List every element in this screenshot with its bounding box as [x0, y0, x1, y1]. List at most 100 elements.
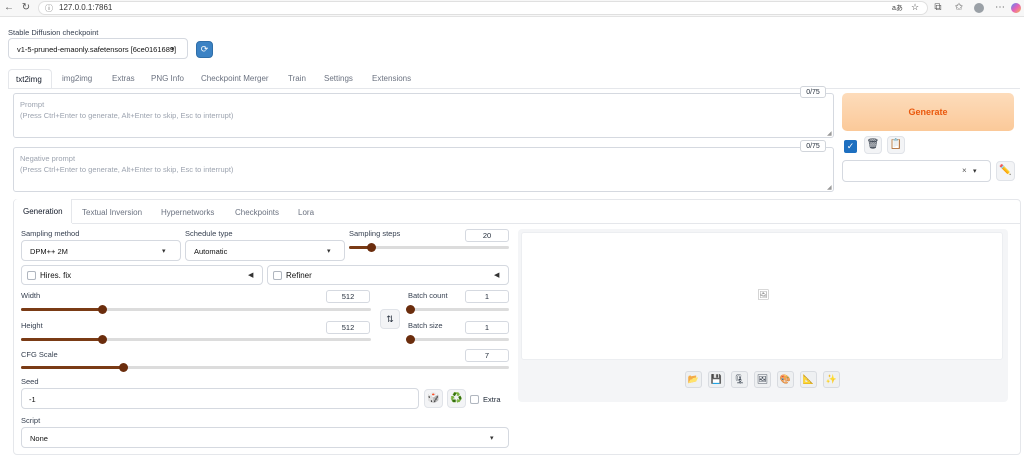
recycle-icon: ♻️ — [450, 393, 463, 404]
checkpoint-dropdown[interactable]: v1-5-pruned-emaonly.safetensors [6ce0161… — [8, 38, 188, 59]
cfg-scale-fill — [21, 366, 123, 369]
refiner-checkbox[interactable] — [273, 271, 282, 280]
favorites-icon[interactable]: ✩ — [953, 2, 965, 14]
url-text: 127.0.0.1:7861 — [59, 3, 113, 12]
cfg-scale-input[interactable]: 7 — [465, 349, 509, 362]
tab-checkpoint-merger[interactable]: Checkpoint Merger — [201, 74, 269, 83]
cfg-scale-thumb[interactable] — [119, 363, 128, 372]
address-bar[interactable]: ⓘ 127.0.0.1:7861 aあ ☆ — [38, 1, 928, 15]
collapse-triangle-icon[interactable]: ◀ — [248, 271, 253, 279]
extensions-icon[interactable]: ⧉ — [932, 2, 944, 14]
floppy-icon: 💾 — [710, 374, 723, 384]
width-slider[interactable] — [21, 305, 371, 314]
tab-textual-inversion[interactable]: Textual Inversion — [82, 208, 142, 217]
tab-settings[interactable]: Settings — [324, 74, 353, 83]
checkmark-icon: ✓ — [846, 141, 855, 151]
width-input[interactable]: 512 — [326, 290, 370, 303]
copilot-icon[interactable] — [1011, 3, 1021, 13]
open-folder-button[interactable]: 📂 — [685, 371, 702, 388]
bookmark-star-icon[interactable]: ☆ — [911, 2, 919, 13]
profile-avatar[interactable] — [974, 3, 984, 13]
hires-fix-accordion[interactable]: Hires. fix ◀ — [21, 265, 263, 285]
sparkle-icon: ✨ — [825, 374, 838, 384]
back-icon[interactable]: ← — [3, 2, 15, 14]
tab-train[interactable]: Train — [288, 74, 306, 83]
random-seed-button[interactable]: 🎲 — [424, 389, 443, 408]
tab-extras[interactable]: Extras — [112, 74, 135, 83]
schedule-type-dropdown[interactable]: Automatic ▾ — [185, 240, 345, 261]
sampling-steps-thumb[interactable] — [367, 243, 376, 252]
hires-fix-label: Hires. fix — [40, 271, 72, 280]
extra-label: Extra — [483, 395, 501, 404]
height-input[interactable]: 512 — [326, 321, 370, 334]
sampling-method-value: DPM++ 2M — [30, 247, 68, 256]
translate-icon[interactable]: aあ — [892, 3, 903, 13]
paste-styles-button[interactable]: 📋 — [887, 136, 905, 154]
tab-extensions[interactable]: Extensions — [372, 74, 411, 83]
resize-handle-icon[interactable]: ◢ — [827, 130, 832, 137]
batch-size-slider[interactable] — [406, 335, 509, 344]
styles-dropdown[interactable]: × ▾ — [842, 160, 991, 182]
negative-prompt-textarea[interactable]: Negative prompt (Press Ctrl+Enter to gen… — [13, 147, 834, 192]
image-gallery: 🖼 — [521, 232, 1003, 360]
chevron-down-icon: ▾ — [490, 435, 494, 442]
script-value: None — [30, 434, 48, 443]
width-fill — [21, 308, 102, 311]
tab-txt2img[interactable]: txt2img — [8, 69, 52, 89]
tab-img2img[interactable]: img2img — [62, 74, 92, 83]
seed-label: Seed — [21, 377, 39, 386]
resize-handle-icon[interactable]: ◢ — [827, 184, 832, 191]
tab-hypernetworks[interactable]: Hypernetworks — [161, 208, 214, 217]
generate-button[interactable]: Generate — [842, 93, 1014, 131]
extra-seed-checkbox[interactable] — [470, 395, 479, 404]
schedule-type-value: Automatic — [194, 247, 228, 256]
reload-icon[interactable]: ↻ — [20, 2, 32, 14]
script-dropdown[interactable]: None ▾ — [21, 427, 509, 448]
cfg-scale-slider[interactable] — [21, 363, 509, 372]
clear-selection-icon[interactable]: × — [962, 166, 967, 175]
send-to-inpaint-button[interactable]: 🎨 — [777, 371, 794, 388]
tab-checkpoints[interactable]: Checkpoints — [235, 208, 279, 217]
batch-count-slider[interactable] — [406, 305, 509, 314]
sub-tabs-divider — [72, 223, 1020, 224]
sampling-method-dropdown[interactable]: DPM++ 2M ▾ — [21, 240, 181, 261]
prompt-placeholder: (Press Ctrl+Enter to generate, Alt+Enter… — [20, 111, 234, 120]
sampling-steps-input[interactable]: 20 — [465, 229, 509, 242]
batch-count-thumb[interactable] — [406, 305, 415, 314]
tab-generation-label: Generation — [23, 207, 63, 216]
seed-value: -1 — [29, 395, 36, 404]
edit-styles-button[interactable]: ✏️ — [996, 161, 1015, 181]
apply-styles-checkbox[interactable]: ✓ — [844, 140, 857, 153]
width-thumb[interactable] — [98, 305, 107, 314]
seed-input[interactable]: -1 — [21, 388, 419, 409]
zip-button[interactable]: 🗜 — [731, 371, 748, 388]
send-to-img2img-button[interactable]: 🖼 — [754, 371, 771, 388]
save-button[interactable]: 💾 — [708, 371, 725, 388]
height-thumb[interactable] — [98, 335, 107, 344]
send-to-extras-button[interactable]: 📐 — [800, 371, 817, 388]
clear-prompt-button[interactable]: 🗑 — [864, 136, 882, 154]
hires-fix-checkbox[interactable] — [27, 271, 36, 280]
sampling-steps-slider[interactable] — [349, 243, 509, 252]
chevron-down-icon: ▾ — [171, 46, 175, 53]
reuse-seed-button[interactable]: ♻️ — [447, 389, 466, 408]
trash-icon: 🗑 — [866, 139, 880, 150]
cfg-scale-label: CFG Scale — [21, 350, 58, 359]
more-menu-icon[interactable]: ⋯ — [994, 2, 1006, 14]
collapse-triangle-icon[interactable]: ◀ — [494, 271, 499, 279]
prompt-textarea[interactable]: Prompt (Press Ctrl+Enter to generate, Al… — [13, 93, 834, 138]
swap-dimensions-button[interactable]: ⇅ — [380, 309, 400, 329]
batch-size-input[interactable]: 1 — [465, 321, 509, 334]
height-slider[interactable] — [21, 335, 371, 344]
batch-size-thumb[interactable] — [406, 335, 415, 344]
tab-png-info[interactable]: PNG Info — [151, 74, 184, 83]
upscale-button[interactable]: ✨ — [823, 371, 840, 388]
refresh-checkpoint-button[interactable]: ⟳ — [196, 41, 213, 58]
palette-icon: 🎨 — [779, 374, 792, 384]
batch-count-label: Batch count — [408, 291, 448, 300]
tab-generation[interactable]: Generation — [14, 199, 72, 223]
tab-lora[interactable]: Lora — [298, 208, 314, 217]
site-info-icon[interactable]: ⓘ — [45, 3, 53, 14]
refiner-accordion[interactable]: Refiner ◀ — [267, 265, 509, 285]
batch-count-input[interactable]: 1 — [465, 290, 509, 303]
